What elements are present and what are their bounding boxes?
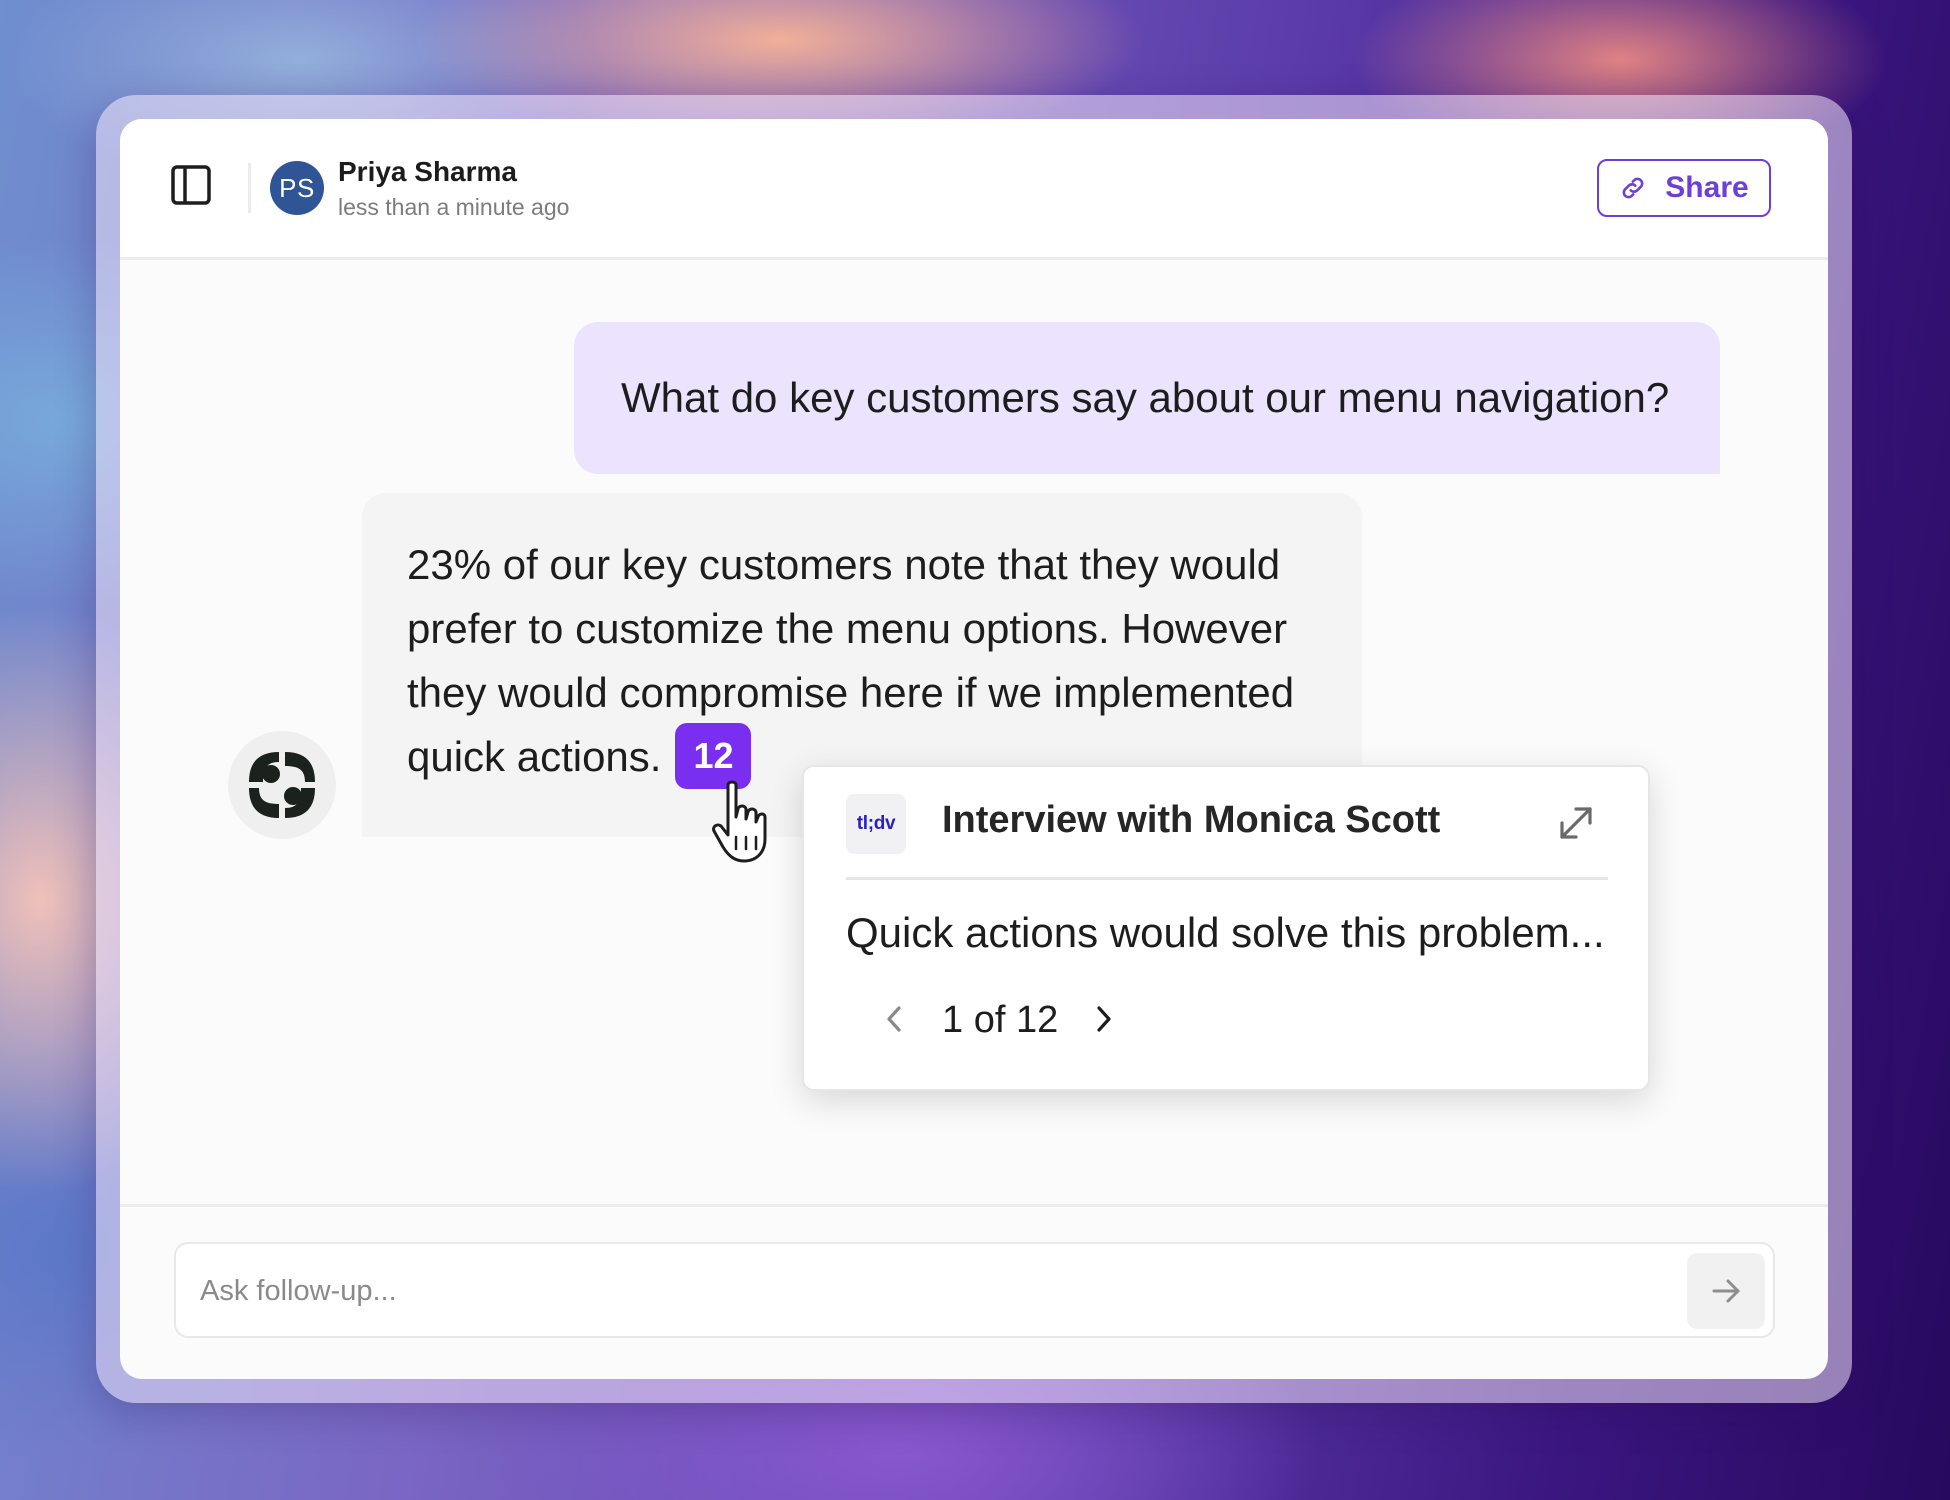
- citation-badge[interactable]: 12: [675, 722, 752, 789]
- chevron-right-icon: [1097, 1006, 1111, 1032]
- sidebar-toggle-button[interactable]: [170, 164, 212, 206]
- composer-divider: [120, 1204, 1828, 1207]
- source-popover: tl;dv Interview with Monica Scott Quick …: [802, 765, 1650, 1091]
- chat-header: PS Priya Sharma less than a minute ago S…: [120, 119, 1828, 260]
- chat-window: PS Priya Sharma less than a minute ago S…: [120, 119, 1828, 1379]
- user-message-bubble: What do key customers say about our menu…: [574, 322, 1720, 474]
- share-label: Share: [1665, 171, 1749, 204]
- expand-icon: [1560, 807, 1592, 839]
- assistant-avatar: [228, 731, 336, 839]
- previous-source-button[interactable]: [874, 999, 914, 1039]
- assistant-message-text: 23% of our key customers note that they …: [407, 541, 1295, 780]
- chevron-left-icon: [887, 1006, 901, 1032]
- send-button[interactable]: [1687, 1253, 1765, 1329]
- popover-divider: [846, 877, 1608, 880]
- source-logo: tl;dv: [846, 794, 906, 854]
- sidebar-toggle-icon: [171, 165, 211, 205]
- message-timestamp: less than a minute ago: [338, 194, 570, 220]
- user-name: Priya Sharma: [338, 156, 517, 187]
- follow-up-composer: [174, 1242, 1775, 1338]
- next-source-button[interactable]: [1084, 999, 1124, 1039]
- share-button[interactable]: Share: [1597, 159, 1771, 217]
- header-divider: [248, 163, 251, 213]
- arrow-right-icon: [1712, 1279, 1740, 1303]
- follow-up-input[interactable]: [198, 1262, 1682, 1320]
- source-page-indicator: 1 of 12: [942, 999, 1059, 1041]
- expand-button[interactable]: [1556, 803, 1596, 843]
- source-title: Interview with Monica Scott: [942, 799, 1441, 841]
- link-icon: [1622, 177, 1644, 199]
- user-message-text: What do key customers say about our menu…: [621, 374, 1670, 421]
- assistant-logo-icon: [249, 752, 315, 818]
- source-quote: Quick actions would solve this problem..…: [846, 909, 1605, 956]
- user-avatar: PS: [270, 161, 324, 215]
